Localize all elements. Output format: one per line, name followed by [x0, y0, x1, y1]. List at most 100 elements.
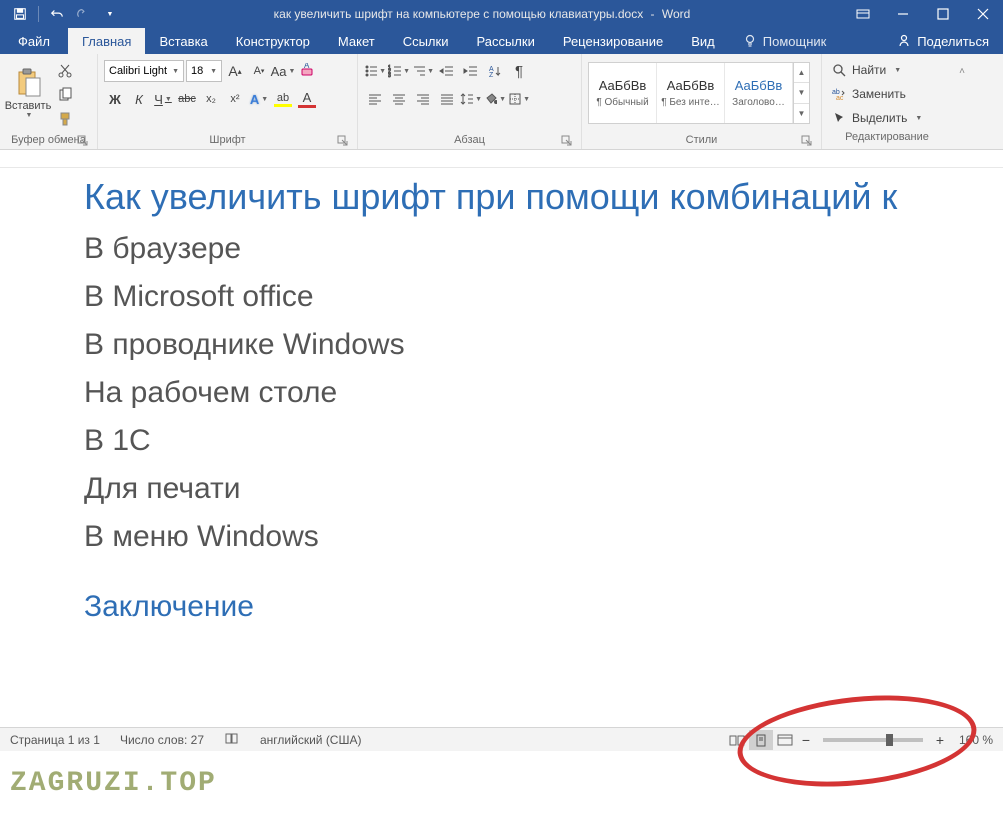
replace-button[interactable]: abac Заменить: [828, 84, 946, 104]
tab-file[interactable]: Файл: [0, 28, 68, 54]
zoom-out-button[interactable]: −: [797, 731, 815, 749]
numbering-button[interactable]: 123▼: [388, 60, 410, 82]
shrink-font-button[interactable]: A▾: [248, 60, 270, 82]
eraser-icon: A: [299, 63, 315, 79]
grow-font-button[interactable]: A▴: [224, 60, 246, 82]
close-button[interactable]: [963, 0, 1003, 28]
styles-launcher[interactable]: [801, 135, 813, 147]
italic-button[interactable]: К: [128, 88, 150, 110]
strikethrough-button[interactable]: abc: [176, 88, 198, 110]
watermark: ZAGRUZI.TOP: [10, 768, 217, 799]
align-left-button[interactable]: [364, 88, 386, 110]
doc-paragraph[interactable]: В браузере: [84, 232, 1003, 266]
borders-button[interactable]: ▼: [508, 88, 530, 110]
justify-button[interactable]: [436, 88, 458, 110]
clear-format-button[interactable]: A: [296, 60, 318, 82]
view-read-mode[interactable]: [725, 730, 749, 750]
lightbulb-icon: [743, 34, 757, 48]
copy-button[interactable]: [54, 84, 76, 106]
doc-paragraph[interactable]: В 1С: [84, 424, 1003, 458]
zoom-level[interactable]: 160 %: [949, 733, 993, 747]
doc-paragraph[interactable]: В проводнике Windows: [84, 328, 1003, 362]
sort-button[interactable]: AZ: [484, 60, 506, 82]
bullets-button[interactable]: ▼: [364, 60, 386, 82]
tab-home[interactable]: Главная: [68, 28, 145, 54]
align-center-button[interactable]: [388, 88, 410, 110]
document-area[interactable]: Как увеличить шрифт при помощи комбинаци…: [0, 168, 1003, 728]
replace-icon: abac: [832, 87, 846, 101]
superscript-button[interactable]: x²: [224, 88, 246, 110]
tab-layout[interactable]: Макет: [324, 28, 389, 54]
font-launcher[interactable]: [337, 135, 349, 147]
highlight-button[interactable]: ab: [272, 88, 294, 110]
doc-heading-1[interactable]: Как увеличить шрифт при помощи комбинаци…: [84, 176, 1003, 218]
group-clipboard: Вставить ▼ Буфер обмена: [0, 54, 98, 149]
text-effects-button[interactable]: A▼: [248, 88, 270, 110]
paste-button[interactable]: Вставить ▼: [6, 56, 50, 128]
redo-button[interactable]: [71, 2, 95, 26]
share-button[interactable]: Поделиться: [883, 28, 1003, 54]
align-right-button[interactable]: [412, 88, 434, 110]
style-no-spacing[interactable]: АаБбВв ¶ Без инте…: [657, 63, 725, 123]
font-size-combo[interactable]: 18▼: [186, 60, 222, 82]
shading-button[interactable]: ▼: [484, 88, 506, 110]
show-marks-button[interactable]: ¶: [508, 60, 530, 82]
status-language[interactable]: английский (США): [260, 733, 361, 747]
tell-me-search[interactable]: Помощник: [729, 28, 841, 54]
style-heading1[interactable]: АаБбВв Заголово…: [725, 63, 793, 123]
select-button[interactable]: Выделить▼: [828, 108, 946, 128]
tab-view[interactable]: Вид: [677, 28, 729, 54]
line-spacing-button[interactable]: ▼: [460, 88, 482, 110]
doc-paragraph[interactable]: В Microsoft office: [84, 280, 1003, 314]
increase-indent-button[interactable]: [460, 60, 482, 82]
ribbon-display-icon: [856, 8, 870, 20]
status-page[interactable]: Страница 1 из 1: [10, 733, 100, 747]
maximize-button[interactable]: [923, 0, 963, 28]
cut-button[interactable]: [54, 60, 76, 82]
tab-review[interactable]: Рецензирование: [549, 28, 677, 54]
doc-heading-2[interactable]: Заключение: [84, 590, 1003, 624]
tab-references[interactable]: Ссылки: [389, 28, 463, 54]
status-words[interactable]: Число слов: 27: [120, 733, 204, 747]
styles-up[interactable]: ▲: [794, 63, 809, 83]
decrease-indent-button[interactable]: [436, 60, 458, 82]
cut-icon: [57, 63, 73, 79]
tab-design[interactable]: Конструктор: [222, 28, 324, 54]
subscript-button[interactable]: x₂: [200, 88, 222, 110]
qat-customize[interactable]: ▼: [97, 2, 121, 26]
ribbon-display-button[interactable]: [843, 0, 883, 28]
align-left-icon: [368, 93, 382, 105]
doc-paragraph[interactable]: Для печати: [84, 472, 1003, 506]
minimize-button[interactable]: [883, 0, 923, 28]
zoom-slider[interactable]: [823, 738, 923, 742]
style-normal[interactable]: АаБбВв ¶ Обычный: [589, 63, 657, 123]
collapse-ribbon-button[interactable]: ˄: [952, 60, 972, 82]
status-proofing[interactable]: [224, 731, 240, 748]
font-name-combo[interactable]: Calibri Light▼: [104, 60, 184, 82]
zoom-thumb[interactable]: [886, 734, 893, 746]
zoom-in-button[interactable]: +: [931, 731, 949, 749]
change-case-button[interactable]: Aa▼: [272, 60, 294, 82]
doc-paragraph[interactable]: В меню Windows: [84, 520, 1003, 554]
bold-button[interactable]: Ж: [104, 88, 126, 110]
tab-mailings[interactable]: Рассылки: [462, 28, 548, 54]
tab-insert[interactable]: Вставка: [145, 28, 221, 54]
undo-button[interactable]: [45, 2, 69, 26]
font-color-button[interactable]: A: [296, 88, 318, 110]
doc-paragraph[interactable]: На рабочем столе: [84, 376, 1003, 410]
styles-gallery: АаБбВв ¶ Обычный АаБбВв ¶ Без инте… АаБб…: [588, 62, 810, 124]
paragraph-launcher[interactable]: [561, 135, 573, 147]
styles-more[interactable]: ▼: [794, 104, 809, 123]
underline-button[interactable]: Ч▼: [152, 88, 174, 110]
multilevel-button[interactable]: ▼: [412, 60, 434, 82]
find-button[interactable]: Найти▼: [828, 60, 946, 80]
styles-down[interactable]: ▼: [794, 83, 809, 103]
numbering-icon: 123: [388, 64, 401, 78]
ruler[interactable]: [0, 150, 1003, 168]
save-button[interactable]: [8, 2, 32, 26]
view-web-layout[interactable]: [773, 730, 797, 750]
view-print-layout[interactable]: [749, 730, 773, 750]
clipboard-launcher[interactable]: [77, 135, 89, 147]
window-title: как увеличить шрифт на компьютере с помо…: [121, 7, 843, 21]
format-painter-button[interactable]: [54, 108, 76, 130]
